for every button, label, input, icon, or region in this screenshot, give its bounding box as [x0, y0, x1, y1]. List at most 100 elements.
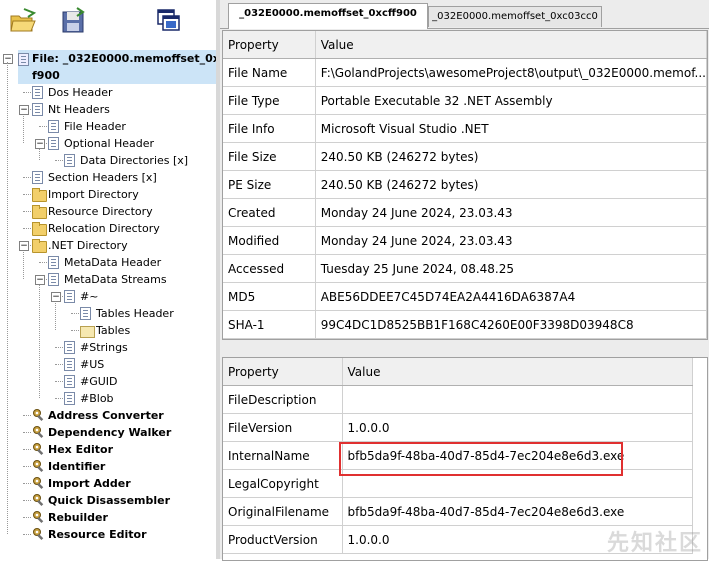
tree-item-strings[interactable]: #Strings — [0, 339, 216, 356]
tab-label: _032E0000.memoffset_0xcff900 — [239, 8, 417, 19]
tool-icon — [32, 510, 46, 524]
tree-line — [23, 415, 31, 416]
tree-line — [55, 160, 63, 161]
value-cell: F:\GolandProjects\awesomeProject8\output… — [315, 58, 707, 87]
tree-item-resource-editor[interactable]: Resource Editor — [0, 526, 216, 543]
table-row[interactable]: FileVersion 1.0.0.0 — [223, 413, 693, 442]
collapse-icon[interactable]: − — [35, 275, 45, 285]
tree-item-rebuilder[interactable]: Rebuilder — [0, 509, 216, 526]
tree-item-label: Tables — [96, 324, 131, 337]
property-cell: SHA-1 — [223, 310, 316, 339]
tree-item-root-file[interactable]: − File: _032E0000.memoffset_0xcl f900 — [0, 50, 230, 84]
document-icon — [48, 120, 59, 133]
tree-item-identifier[interactable]: Identifier — [0, 458, 216, 475]
tree-item-dos-header[interactable]: Dos Header — [0, 84, 216, 101]
tree-line — [23, 194, 31, 195]
table-row[interactable]: FileDescription — [223, 385, 693, 414]
tree-item-section-headers-x[interactable]: Section Headers [x] — [0, 169, 216, 186]
tree-item-address-converter[interactable]: Address Converter — [0, 407, 216, 424]
value-cell: bfb5da9f-48ba-40d7-85d4-7ec204e8e6d3.exe — [342, 497, 693, 526]
tree-item-label: #US — [80, 358, 105, 371]
collapse-icon[interactable]: − — [19, 105, 29, 115]
property-cell: File Info — [223, 114, 316, 143]
tree-item-import-directory[interactable]: Import Directory — [0, 186, 216, 203]
tree-item-dependency-walker[interactable]: Dependency Walker — [0, 424, 216, 441]
folder-icon — [32, 222, 47, 236]
tree-item-label: Hex Editor — [48, 443, 113, 456]
windows-icon[interactable] — [154, 6, 184, 36]
collapse-icon[interactable]: − — [3, 54, 13, 64]
value-cell: Microsoft Visual Studio .NET — [315, 114, 707, 143]
table-row[interactable]: File Type Portable Executable 32 .NET Ass… — [223, 86, 707, 115]
tree-item-label: Dos Header — [48, 86, 113, 99]
column-header-property[interactable]: Property — [223, 358, 343, 386]
tree-item-label: Quick Disassembler — [48, 494, 171, 507]
tree-item-label-wrap: f900 — [32, 69, 60, 82]
table-row[interactable]: File Size 240.50 KB (246272 bytes) — [223, 142, 707, 171]
tab-label: _032E0000.memoffset_0xc03cc0 — [432, 11, 598, 22]
collapse-icon[interactable]: − — [51, 292, 61, 302]
tree-item-item[interactable]: − #~ — [0, 288, 216, 305]
tree-item-relocation-directory[interactable]: Relocation Directory — [0, 220, 216, 237]
open-icon[interactable] — [8, 6, 38, 36]
tool-icon — [32, 527, 46, 541]
tree-item-label: Address Converter — [48, 409, 164, 422]
column-header-value[interactable]: Value — [315, 31, 707, 59]
tool-icon — [32, 425, 46, 439]
tree-line — [71, 330, 79, 331]
tree-item-file-header[interactable]: File Header — [0, 118, 216, 135]
tree-item-net-directory[interactable]: − .NET Directory — [0, 237, 216, 254]
collapse-icon[interactable]: − — [35, 139, 45, 149]
table-row[interactable]: Modified Monday 24 June 2024, 23.03.43 — [223, 226, 707, 255]
table-row[interactable]: Created Monday 24 June 2024, 23.03.43 — [223, 198, 707, 227]
property-cell: File Type — [223, 86, 316, 115]
table-row[interactable]: SHA-1 99C4DC1D8525BB1F168C4260E00F3398D03… — [223, 310, 707, 339]
tree-line — [55, 364, 63, 365]
value-cell: Monday 24 June 2024, 23.03.43 — [315, 226, 707, 255]
table-row[interactable]: File Name F:\GolandProjects\awesomeProjec… — [223, 58, 707, 87]
property-cell: MD5 — [223, 282, 316, 311]
tree-item-label: Import Directory — [48, 188, 139, 201]
tree-item-us[interactable]: #US — [0, 356, 216, 373]
file-info-grid[interactable]: Property Value File Name F:\GolandProject… — [222, 30, 708, 340]
tree-item-import-adder[interactable]: Import Adder — [0, 475, 216, 492]
tree-item-hex-editor[interactable]: Hex Editor — [0, 441, 216, 458]
table-row[interactable]: MD5 ABE56DDEE7C45D74EA2A4416DA6387A4 — [223, 282, 707, 311]
tree-item-blob[interactable]: #Blob — [0, 390, 216, 407]
property-cell: FileDescription — [223, 385, 343, 414]
tree-line — [39, 126, 47, 127]
tree-item-tables-header[interactable]: Tables Header — [0, 305, 216, 322]
column-header-value[interactable]: Value — [342, 358, 693, 386]
table-row[interactable]: File Info Microsoft Visual Studio .NET — [223, 114, 707, 143]
tree-item-metadata-streams[interactable]: − MetaData Streams — [0, 271, 216, 288]
tree-item-nt-headers[interactable]: − Nt Headers — [0, 101, 216, 118]
tab-memoffset-0xc03cc0[interactable]: _032E0000.memoffset_0xc03cc0 — [428, 6, 602, 27]
tree-item-metadata-header[interactable]: MetaData Header — [0, 254, 216, 271]
tree-item-guid[interactable]: #GUID — [0, 373, 216, 390]
tree-item-label: Dependency Walker — [48, 426, 172, 439]
tab-memoffset-0xcff900[interactable]: _032E0000.memoffset_0xcff900 — [228, 3, 428, 29]
table-row[interactable]: OriginalFilename bfb5da9f-48ba-40d7-85d4-… — [223, 497, 693, 526]
collapse-icon[interactable]: − — [19, 241, 29, 251]
tree-item-tables[interactable]: Tables — [0, 322, 216, 339]
tree-item-label: #Blob — [80, 392, 114, 405]
toolbar — [0, 0, 216, 46]
tree-item-label: File Header — [64, 120, 126, 133]
value-cell: 240.50 KB (246272 bytes) — [315, 170, 707, 199]
tree-item-quick-disassembler[interactable]: Quick Disassembler — [0, 492, 216, 509]
value-cell — [342, 385, 693, 414]
column-header-property[interactable]: Property — [223, 31, 316, 59]
file-icon — [18, 53, 29, 66]
tree-line — [23, 177, 31, 178]
table-row[interactable]: PE Size 240.50 KB (246272 bytes) — [223, 170, 707, 199]
table-row[interactable]: Accessed Tuesday 25 June 2024, 08.48.25 — [223, 254, 707, 283]
tree-item-optional-header[interactable]: − Optional Header — [0, 135, 216, 152]
tree-line — [23, 211, 31, 212]
tree-item-resource-directory[interactable]: Resource Directory — [0, 203, 216, 220]
property-cell: Accessed — [223, 254, 316, 283]
tree-item-label: Tables Header — [96, 307, 174, 320]
document-icon — [32, 103, 43, 116]
save-icon[interactable] — [58, 6, 88, 36]
tree-item-data-directories-x[interactable]: Data Directories [x] — [0, 152, 216, 169]
tool-icon — [32, 408, 46, 422]
